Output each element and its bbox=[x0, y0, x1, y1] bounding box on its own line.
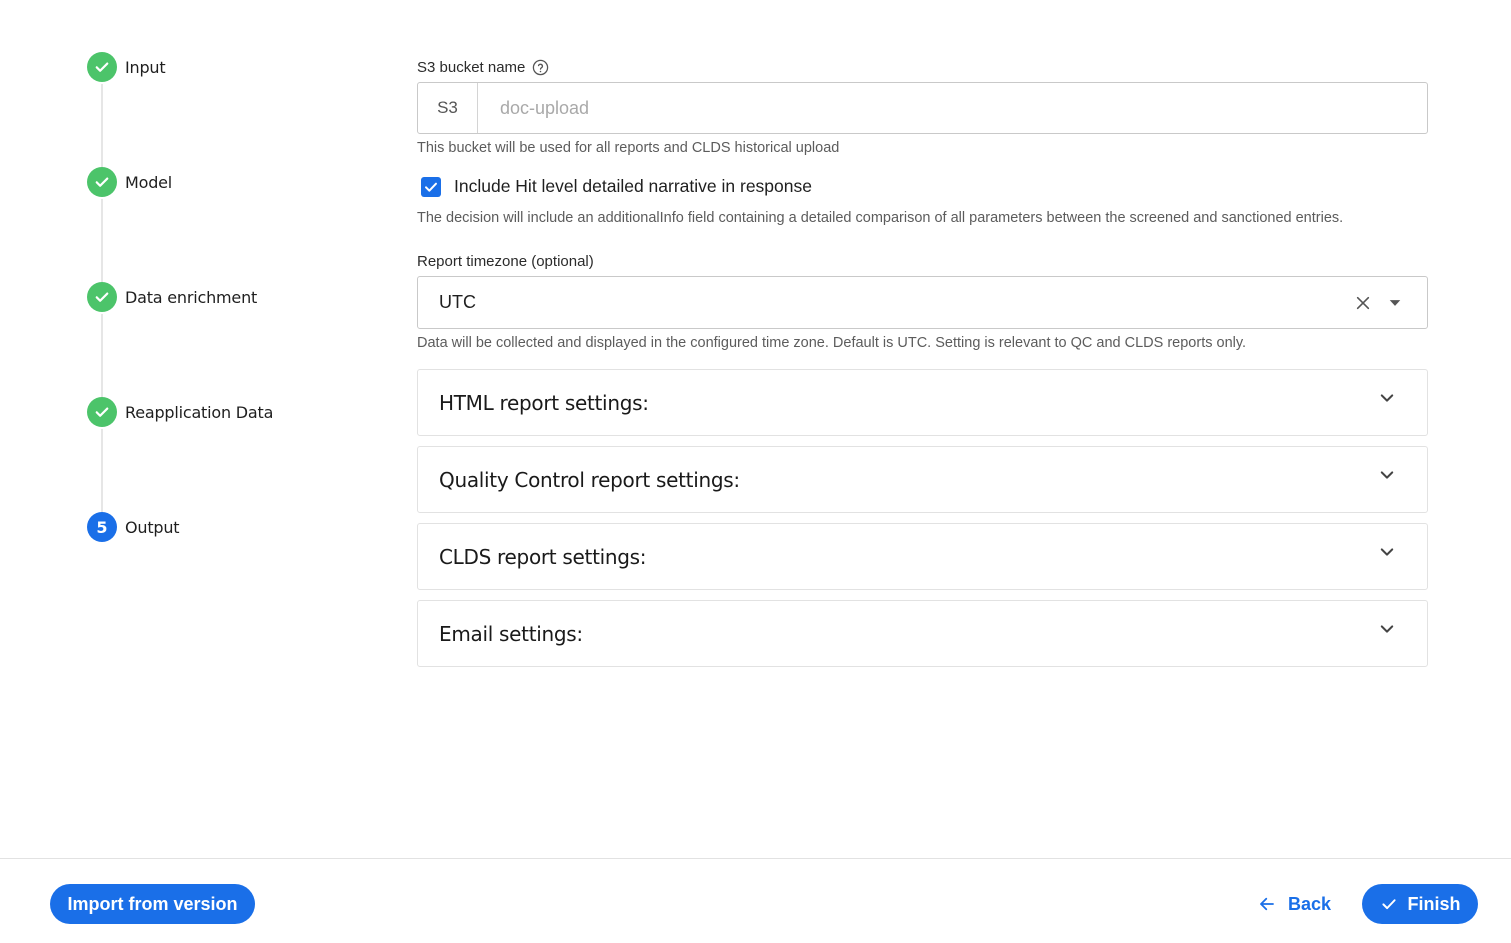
email-settings-section[interactable]: Email settings: bbox=[417, 600, 1428, 667]
s3-bucket-hint: This bucket will be used for all reports… bbox=[417, 140, 840, 156]
step-connector bbox=[101, 199, 103, 282]
timezone-label: Report timezone (optional) bbox=[417, 253, 594, 270]
close-icon[interactable] bbox=[1353, 293, 1373, 313]
check-icon bbox=[1381, 899, 1396, 910]
back-button[interactable]: Back bbox=[1258, 889, 1331, 919]
help-circle-icon[interactable] bbox=[532, 59, 549, 76]
step-model[interactable]: Model bbox=[87, 167, 172, 197]
arrow-left-icon bbox=[1260, 897, 1274, 911]
narrative-checkbox-label[interactable]: Include Hit level detailed narrative in … bbox=[454, 176, 812, 197]
check-icon bbox=[87, 167, 117, 197]
step-label: Model bbox=[125, 172, 173, 192]
step-reapplication-data[interactable]: Reapplication Data bbox=[87, 397, 273, 427]
narrative-hint: The decision will include an additionalI… bbox=[417, 210, 1344, 226]
timezone-select[interactable]: UTC bbox=[417, 276, 1428, 329]
chevron-down-icon[interactable] bbox=[1375, 540, 1399, 564]
dropdown-arrow-icon[interactable] bbox=[1385, 293, 1405, 313]
narrative-checkbox-row[interactable]: Include Hit level detailed narrative in … bbox=[421, 176, 812, 197]
narrative-checkbox[interactable] bbox=[421, 176, 441, 197]
footer-bar: Import from version Back Finish bbox=[0, 858, 1511, 943]
step-data-enrichment[interactable]: Data enrichment bbox=[87, 282, 257, 312]
quality-control-report-settings-section[interactable]: Quality Control report settings: bbox=[417, 446, 1428, 513]
import-from-version-button[interactable]: Import from version bbox=[50, 884, 255, 924]
s3-prefix: S3 bbox=[418, 83, 478, 133]
step-number: 5 bbox=[87, 512, 117, 542]
s3-bucket-label-text: S3 bucket name bbox=[417, 59, 526, 76]
step-connector bbox=[101, 314, 103, 397]
s3-bucket-field: S3 bbox=[417, 82, 1428, 134]
s3-bucket-input[interactable] bbox=[478, 83, 1427, 133]
back-button-label: Back bbox=[1288, 893, 1332, 914]
step-label: Output bbox=[125, 517, 180, 537]
step-output[interactable]: 5 Output bbox=[87, 512, 180, 542]
check-icon bbox=[87, 52, 117, 82]
check-icon bbox=[87, 397, 117, 427]
chevron-down-icon[interactable] bbox=[1375, 386, 1399, 410]
step-connector bbox=[101, 84, 103, 167]
step-label: Input bbox=[125, 57, 166, 77]
clds-report-settings-section[interactable]: CLDS report settings: bbox=[417, 523, 1428, 590]
step-connector bbox=[101, 429, 103, 512]
check-icon bbox=[425, 182, 437, 192]
finish-button[interactable]: Finish bbox=[1362, 884, 1478, 924]
section-title: CLDS report settings: bbox=[439, 544, 647, 569]
section-title: HTML report settings: bbox=[439, 390, 649, 415]
step-label: Reapplication Data bbox=[125, 402, 274, 422]
section-title: Quality Control report settings: bbox=[439, 467, 740, 492]
step-input[interactable]: Input bbox=[87, 52, 166, 82]
chevron-down-icon[interactable] bbox=[1375, 617, 1399, 641]
chevron-down-icon[interactable] bbox=[1375, 463, 1399, 487]
step-label: Data enrichment bbox=[125, 287, 258, 307]
timezone-hint: Data will be collected and displayed in … bbox=[417, 335, 1247, 351]
timezone-value: UTC bbox=[439, 292, 476, 312]
s3-bucket-label: S3 bucket name bbox=[417, 59, 549, 76]
section-title: Email settings: bbox=[439, 621, 583, 646]
html-report-settings-section[interactable]: HTML report settings: bbox=[417, 369, 1428, 436]
check-icon bbox=[87, 282, 117, 312]
finish-button-label: Finish bbox=[1407, 893, 1461, 914]
